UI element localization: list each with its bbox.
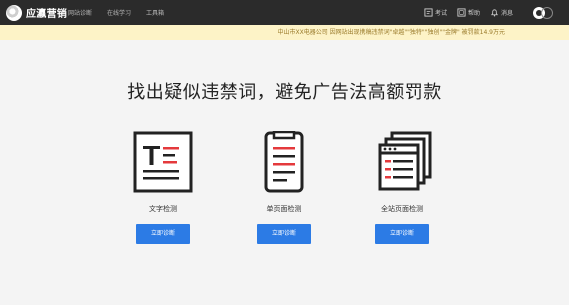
- page-headline: 找出疑似违禁词，避免广告法高额罚款: [127, 82, 442, 103]
- feature-label: 全站页面检测: [381, 205, 423, 213]
- logo-icon: [6, 4, 22, 21]
- feature-label: 文字检测: [149, 205, 177, 213]
- settings-icon: [541, 6, 553, 19]
- single-page-icon: [254, 130, 314, 193]
- user-menu[interactable]: [533, 6, 553, 19]
- main-nav: 网站诊断 在线学习 工具箱: [68, 0, 164, 25]
- feature-label: 单页面检测: [266, 205, 302, 213]
- help-button[interactable]: 帮助: [457, 8, 480, 17]
- diagnose-single-page-button[interactable]: 立即诊断: [257, 224, 311, 244]
- penalty-notice: 中山市XX电器公司 因网站出现携稿违禁词"卓越""独特""独创""金牌" 被罚款…: [0, 25, 569, 40]
- nav-item-online-learning[interactable]: 在线学习: [107, 8, 131, 17]
- diagnose-text-button[interactable]: 立即诊断: [136, 224, 190, 244]
- nav-item-site-diagnosis[interactable]: 网站诊断: [68, 8, 92, 17]
- header-tools: 考试 帮助 消息: [424, 0, 553, 25]
- multi-page-icon: [372, 131, 432, 193]
- help-label: 帮助: [467, 10, 480, 17]
- feature-multi-page: 全站页面检测 立即诊断: [362, 131, 442, 244]
- nav-item-toolbox[interactable]: 工具箱: [146, 8, 164, 17]
- diagnose-full-site-button[interactable]: 立即诊断: [375, 224, 429, 244]
- message-label: 消息: [500, 10, 513, 17]
- brand-logo[interactable]: 应瀛营销: [6, 4, 67, 21]
- feature-text-check: 文字检测 立即诊断: [123, 131, 203, 244]
- message-button[interactable]: 消息: [490, 8, 513, 17]
- text-check-icon: [133, 131, 193, 193]
- feature-single-page: 单页面检测 立即诊断: [244, 130, 324, 244]
- help-icon: [457, 8, 466, 17]
- bell-icon: [491, 9, 498, 17]
- exam-icon: [424, 8, 433, 17]
- exam-button[interactable]: 考试: [424, 8, 447, 17]
- brand-name: 应瀛营销: [26, 9, 68, 20]
- top-navigation-bar: 应瀛营销 网站诊断 在线学习 工具箱 考试 帮助 消息: [0, 0, 569, 25]
- exam-label: 考试: [434, 10, 447, 17]
